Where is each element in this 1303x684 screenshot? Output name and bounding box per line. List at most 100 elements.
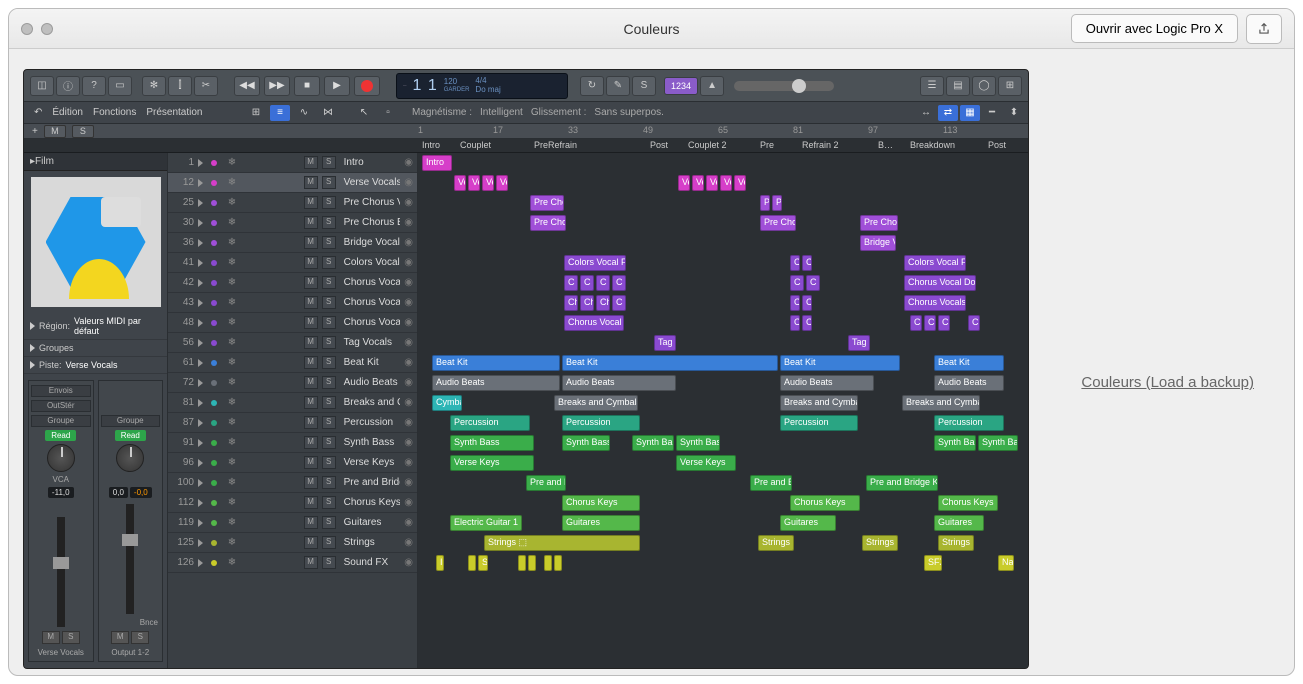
freeze-icon[interactable]: ❄ [225,197,239,208]
region[interactable]: C [938,315,950,331]
inspector-groups-row[interactable]: Groupes [24,340,167,357]
quick-help-icon[interactable]: ? [82,76,106,96]
region[interactable]: Chorus Keys [790,495,860,511]
region[interactable]: C [612,295,626,311]
freeze-icon[interactable]: ❄ [225,557,239,568]
automation-icon[interactable]: ∿ [294,105,314,121]
track-mute-button[interactable]: M [304,436,318,449]
track-header[interactable]: 72 ❄ M S Audio Beats ◉ [168,373,417,393]
region[interactable]: Pre Choru [860,215,898,231]
region[interactable]: Ve [454,175,466,191]
region[interactable]: Bridge V [860,235,896,251]
marker[interactable]: Couplet 2 [688,140,727,150]
marker[interactable]: Couplet [460,140,491,150]
track-options-icon[interactable]: ◉ [404,477,413,488]
region[interactable]: P [772,195,782,211]
mute-button[interactable]: M [111,631,129,644]
track-solo-button[interactable]: S [322,496,336,509]
track-options-icon[interactable]: ◉ [404,357,413,368]
region[interactable]: C [790,275,804,291]
track-solo-button[interactable]: S [322,196,336,209]
region[interactable]: C [596,275,610,291]
region[interactable]: Pre and Bri [750,475,792,491]
region[interactable]: Pre Cho [530,195,564,211]
region[interactable]: Percussion [934,415,1004,431]
disclosure-icon[interactable] [198,179,203,187]
track-mute-button[interactable]: M [304,456,318,469]
region[interactable]: Beat Kit [934,355,1004,371]
region[interactable]: Breaks and Cymbals [554,395,638,411]
track-mute-button[interactable]: M [304,216,318,229]
track-header[interactable]: 42 ❄ M S Chorus Vocal Double ◉ [168,273,417,293]
smart-controls-icon[interactable]: ✻ [142,76,166,96]
region[interactable]: Ve [468,175,480,191]
forward-button[interactable]: ▶▶ [264,76,290,96]
track-mute-button[interactable]: M [304,536,318,549]
region[interactable]: Ve [692,175,704,191]
region[interactable]: Guitares [562,515,640,531]
region[interactable]: C [924,315,936,331]
disclosure-icon[interactable] [198,479,203,487]
flex-icon[interactable]: ⋈ [318,105,338,121]
track-mute-button[interactable]: M [304,256,318,269]
snap-value[interactable]: Intelligent [480,107,523,118]
region[interactable]: C [910,315,922,331]
freeze-icon[interactable]: ❄ [225,477,239,488]
link-icon[interactable]: ⇄ [938,105,958,121]
track-options-icon[interactable]: ◉ [404,177,413,188]
freeze-icon[interactable]: ❄ [225,397,239,408]
master-volume-slider[interactable] [734,81,834,91]
region[interactable]: Ch [790,295,800,311]
disclosure-icon[interactable] [198,339,203,347]
track-header[interactable]: 12 ❄ M S Verse Vocals ◉ [168,173,417,193]
region[interactable]: Strings ⬚ [484,535,640,551]
track-solo-button[interactable]: S [322,316,336,329]
region[interactable] [544,555,552,571]
freeze-icon[interactable]: ❄ [225,277,239,288]
backup-link[interactable]: Couleurs (Load a backup) [1081,374,1254,391]
track-header[interactable]: 125 ❄ M S Strings ◉ [168,533,417,553]
region[interactable]: C [802,315,812,331]
track-header[interactable]: 91 ❄ M S Synth Bass ◉ [168,433,417,453]
region[interactable]: Beat Kit [562,355,778,371]
track-solo-button[interactable]: S [322,296,336,309]
track-solo-button[interactable]: S [322,156,336,169]
track-mute-button[interactable]: M [304,336,318,349]
track-options-icon[interactable]: ◉ [404,397,413,408]
region[interactable]: Breaks and Cymbals [780,395,858,411]
region[interactable]: Synth Ba [632,435,674,451]
disclosure-icon[interactable] [198,319,203,327]
track-mute-button[interactable]: M [304,316,318,329]
freeze-icon[interactable]: ❄ [225,417,239,428]
menu-edition[interactable]: Édition [52,107,83,118]
track-options-icon[interactable]: ◉ [404,217,413,228]
db-value[interactable]: -11,0 [48,487,74,498]
region[interactable]: Ch [596,295,610,311]
track-header[interactable]: 96 ❄ M S Verse Keys ◉ [168,453,417,473]
list-editor-icon[interactable]: ☰ [920,76,944,96]
region[interactable]: Synth Ba [934,435,976,451]
region[interactable]: Co [802,255,812,271]
ruler[interactable]: + M S 1173349658197113 [24,124,1028,139]
output-slot[interactable]: OutStér [31,400,91,412]
track-header[interactable]: 48 ❄ M S Chorus Vocal 2 ◉ [168,313,417,333]
track-solo-button[interactable]: S [322,456,336,469]
track-header[interactable]: 25 ❄ M S Pre Chorus Vocals ◉ [168,193,417,213]
freeze-icon[interactable]: ❄ [225,217,239,228]
marker[interactable]: Pre [760,140,774,150]
disclosure-icon[interactable] [198,219,203,227]
freeze-icon[interactable]: ❄ [225,377,239,388]
track-options-icon[interactable]: ◉ [404,437,413,448]
track-mute-button[interactable]: M [304,496,318,509]
solo-button[interactable]: S [131,631,149,644]
track-header[interactable]: 87 ❄ M S Percussion ◉ [168,413,417,433]
region[interactable]: Im [436,555,444,571]
track-solo-button[interactable]: S [322,556,336,569]
lcd-display[interactable]: ⎯ 1 1 120 GARDER 4/4 Do maj [396,73,568,99]
disclosure-icon[interactable] [198,419,203,427]
group-slot[interactable]: Groupe [101,415,161,427]
count-in-chip[interactable]: 1234 [664,77,698,95]
track-solo-button[interactable]: S [322,376,336,389]
marquee-tool-icon[interactable]: ▫ [378,105,398,121]
track-header[interactable]: 126 ❄ M S Sound FX ◉ [168,553,417,573]
